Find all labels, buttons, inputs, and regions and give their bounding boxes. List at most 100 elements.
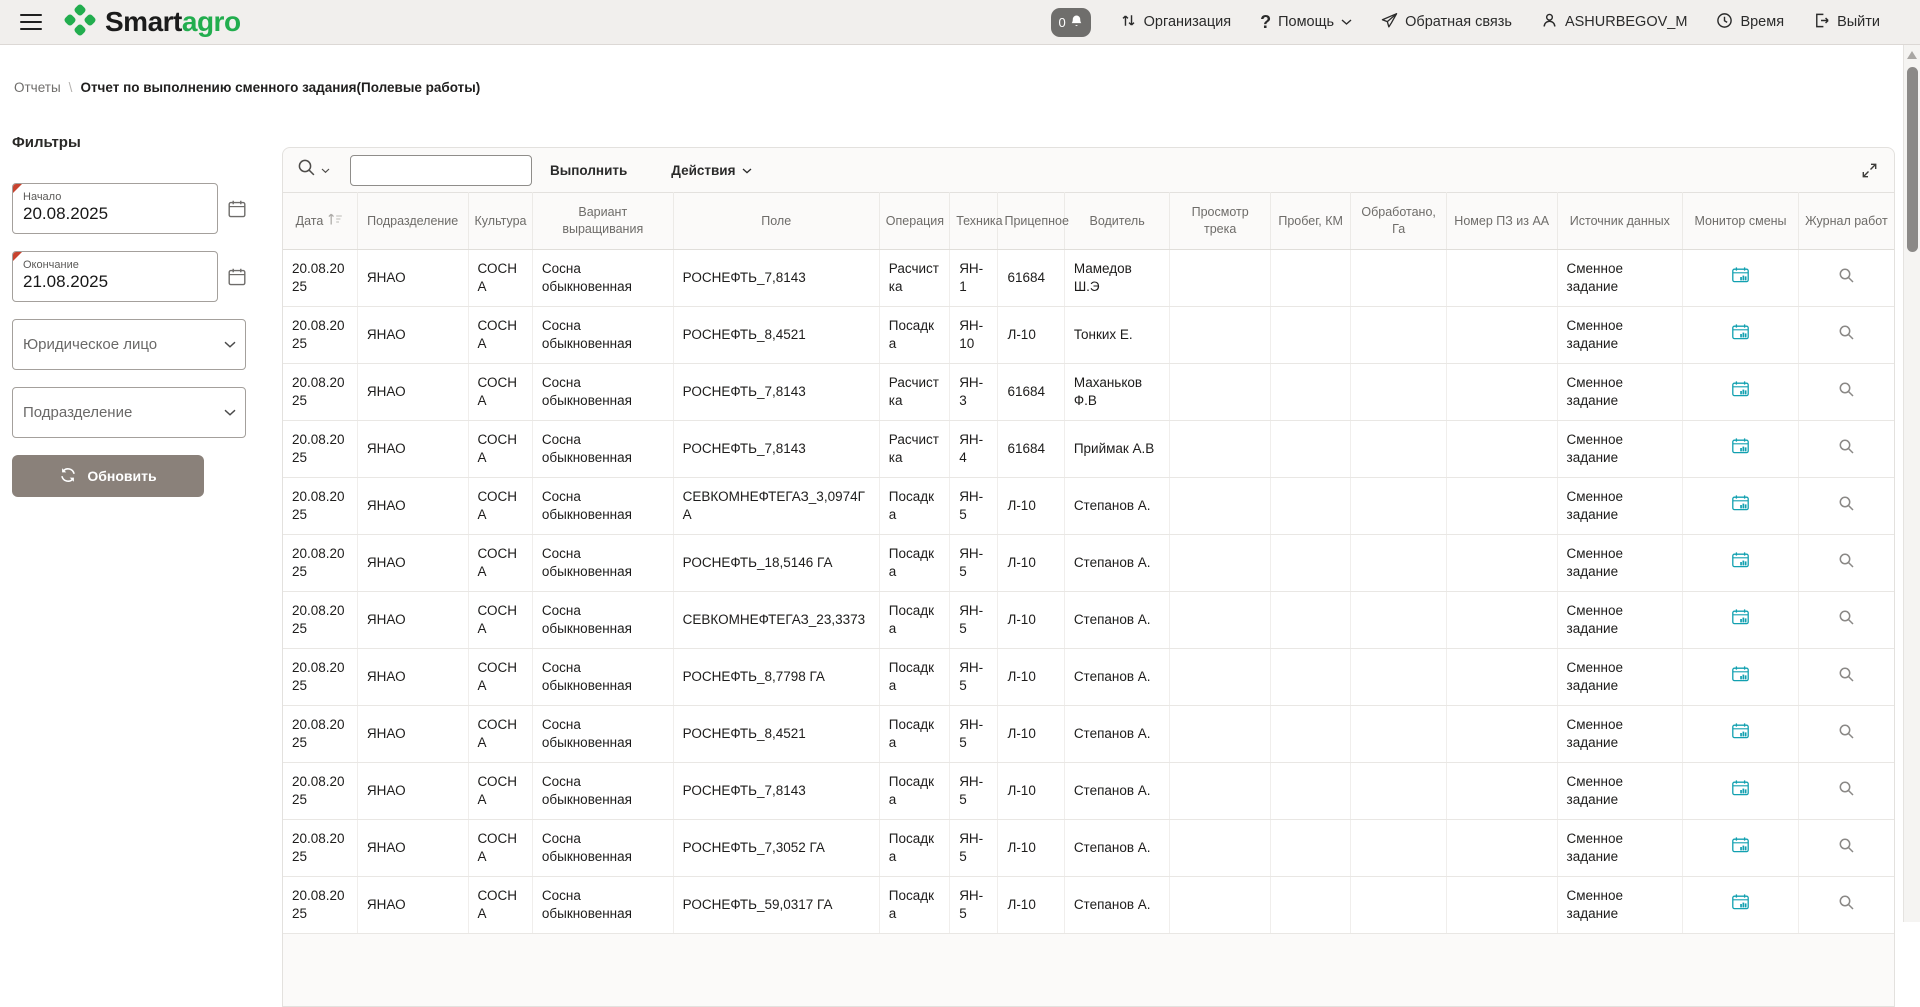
cell-pz_number — [1446, 820, 1557, 877]
start-date-input[interactable] — [23, 204, 207, 224]
cell-culture: СОСНА — [468, 421, 532, 478]
column-header-trailer[interactable]: Прицепное — [998, 193, 1064, 250]
nav-logout[interactable]: Выйти — [1813, 12, 1880, 33]
cell-mileage_km — [1270, 535, 1350, 592]
legal-entity-select[interactable]: Юридическое лицо — [12, 319, 246, 370]
hamburger-menu-icon[interactable] — [20, 14, 42, 30]
cell-operation: Посадка — [879, 649, 949, 706]
nav-feedback[interactable]: Обратная связь — [1381, 12, 1512, 33]
work-journal-icon[interactable] — [1838, 438, 1855, 455]
shift-monitor-icon[interactable] — [1731, 779, 1750, 798]
column-header-variant[interactable]: Вариант выращивания — [532, 193, 673, 250]
filters-title: Фильтры — [12, 134, 262, 151]
chevron-down-icon — [742, 163, 752, 178]
cell-date: 20.08.2025 — [283, 649, 357, 706]
work-journal-icon[interactable] — [1838, 666, 1855, 683]
nav-help[interactable]: ? Помощь — [1260, 12, 1352, 33]
end-date-field[interactable]: Окончание — [12, 251, 218, 302]
search-input[interactable] — [350, 155, 532, 186]
shift-monitor-icon[interactable] — [1731, 323, 1750, 342]
column-header-journal[interactable]: Журнал работ — [1798, 193, 1894, 250]
calendar-icon[interactable] — [227, 267, 247, 287]
cell-culture: СОСНА — [468, 820, 532, 877]
cell-division: ЯНАО — [357, 763, 468, 820]
column-header-track[interactable]: Просмотр трека — [1170, 193, 1271, 250]
column-header-monitor[interactable]: Монитор смены — [1683, 193, 1799, 250]
search-options-button[interactable] — [297, 158, 330, 182]
work-journal-icon[interactable] — [1838, 495, 1855, 512]
work-journal-icon[interactable] — [1838, 894, 1855, 911]
column-header-driver[interactable]: Водитель — [1064, 193, 1170, 250]
refresh-label: Обновить — [87, 468, 156, 484]
cell-journal — [1798, 763, 1894, 820]
work-journal-icon[interactable] — [1838, 723, 1855, 740]
column-header-label: Дата — [296, 213, 324, 230]
nav-user[interactable]: ASHURBEGOV_M — [1541, 12, 1687, 33]
column-header-label: Прицепное — [1004, 213, 1068, 230]
maximize-icon[interactable] — [1861, 162, 1878, 179]
cell-operation: Посадка — [879, 877, 949, 934]
cell-mileage_km — [1270, 592, 1350, 649]
shift-monitor-icon[interactable] — [1731, 722, 1750, 741]
column-header-pz_number[interactable]: Номер ПЗ из АА — [1446, 193, 1557, 250]
column-header-culture[interactable]: Культура — [468, 193, 532, 250]
work-journal-icon[interactable] — [1838, 609, 1855, 626]
scroll-up-arrow-icon[interactable] — [1907, 51, 1917, 59]
work-journal-icon[interactable] — [1838, 552, 1855, 569]
brand-logo[interactable]: Smartagro — [62, 2, 241, 43]
scrollbar-thumb[interactable] — [1907, 67, 1918, 252]
cell-vehicle: ЯН-4 — [950, 421, 998, 478]
column-header-date[interactable]: Дата — [283, 193, 357, 250]
sort-ascending-icon — [327, 212, 344, 231]
work-journal-icon[interactable] — [1838, 837, 1855, 854]
column-header-operation[interactable]: Операция — [879, 193, 949, 250]
cell-culture: СОСНА — [468, 649, 532, 706]
division-select[interactable]: Подразделение — [12, 387, 246, 438]
page-scrollbar[interactable] — [1903, 45, 1920, 922]
shift-monitor-icon[interactable] — [1731, 836, 1750, 855]
work-journal-icon[interactable] — [1838, 324, 1855, 341]
work-journal-icon[interactable] — [1838, 780, 1855, 797]
start-date-field[interactable]: Начало — [12, 183, 218, 234]
shift-monitor-icon[interactable] — [1731, 266, 1750, 285]
shift-monitor-icon[interactable] — [1731, 551, 1750, 570]
cell-variant: Сосна обыкновенная — [532, 706, 673, 763]
end-date-input[interactable] — [23, 272, 207, 292]
column-header-label: Обработано, Га — [1357, 204, 1440, 238]
refresh-button[interactable]: Обновить — [12, 455, 204, 497]
column-header-field[interactable]: Поле — [673, 193, 879, 250]
column-header-label: Монитор смены — [1695, 213, 1787, 230]
column-header-source[interactable]: Источник данных — [1557, 193, 1683, 250]
shift-monitor-icon[interactable] — [1731, 437, 1750, 456]
cell-vehicle: ЯН-5 — [950, 535, 998, 592]
actions-menu-button[interactable]: Действия — [671, 163, 752, 178]
work-journal-icon[interactable] — [1838, 381, 1855, 398]
column-header-division[interactable]: Подразделение — [357, 193, 468, 250]
calendar-icon[interactable] — [227, 199, 247, 219]
cell-mileage_km — [1270, 250, 1350, 307]
execute-button[interactable]: Выполнить — [550, 163, 627, 178]
cell-monitor — [1683, 820, 1799, 877]
table-row: 20.08.2025ЯНАОСОСНАСосна обыкновеннаяРОС… — [283, 820, 1894, 877]
shift-monitor-icon[interactable] — [1731, 893, 1750, 912]
work-journal-icon[interactable] — [1838, 267, 1855, 284]
column-header-processed_ha[interactable]: Обработано, Га — [1351, 193, 1447, 250]
nav-organization[interactable]: Организация — [1120, 12, 1231, 33]
cell-source: Сменное задание — [1557, 421, 1683, 478]
notification-badge[interactable]: 0 — [1051, 8, 1091, 37]
start-date-label: Начало — [23, 191, 207, 203]
cell-monitor — [1683, 364, 1799, 421]
shift-monitor-icon[interactable] — [1731, 494, 1750, 513]
shift-monitor-icon[interactable] — [1731, 608, 1750, 627]
actions-label: Действия — [671, 163, 735, 178]
cell-vehicle: ЯН-5 — [950, 706, 998, 763]
cell-track — [1170, 820, 1271, 877]
cell-field: СЕВКОМНЕФТЕГАЗ_23,3373 — [673, 592, 879, 649]
shift-monitor-icon[interactable] — [1731, 665, 1750, 684]
cell-mileage_km — [1270, 763, 1350, 820]
breadcrumb-parent[interactable]: Отчеты — [14, 80, 61, 95]
column-header-vehicle[interactable]: Техника — [950, 193, 998, 250]
column-header-mileage_km[interactable]: Пробег, КМ — [1270, 193, 1350, 250]
nav-time[interactable]: Время — [1716, 12, 1784, 33]
shift-monitor-icon[interactable] — [1731, 380, 1750, 399]
